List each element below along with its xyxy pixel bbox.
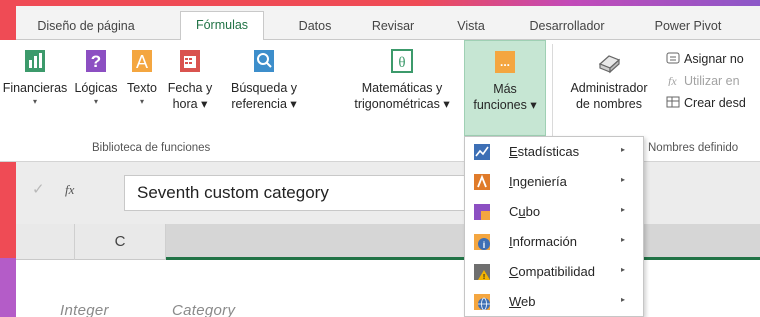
create-from-selection-label: Crear desd xyxy=(684,96,746,110)
ribbon: Financieras ▾ ? Lógicas ▾ A Texto ▾ Fech… xyxy=(0,40,760,162)
assign-name-button[interactable]: Asignar no xyxy=(666,52,744,66)
theta-icon: θ xyxy=(391,49,413,73)
submenu-arrow-icon: ▸ xyxy=(621,265,626,274)
text-functions-label: Texto xyxy=(127,81,157,95)
submenu-arrow-icon: ▸ xyxy=(621,205,626,214)
text-functions-arrow: ▾ xyxy=(139,97,144,106)
cell-category[interactable]: Category xyxy=(172,302,235,317)
svg-text:i: i xyxy=(483,240,486,250)
math-trig-button[interactable]: θ Matemáticas y trigonométricas ▾ xyxy=(344,46,460,112)
web-globe-icon xyxy=(474,294,490,311)
logical-button[interactable]: ? Lógicas ▾ xyxy=(70,46,122,108)
insert-function-icon[interactable]: fx xyxy=(65,182,74,198)
use-in-formula-icon: fx xyxy=(668,74,677,86)
cell-integer[interactable]: Integer xyxy=(60,302,109,317)
menu-item-statistical-label: Estadísticas xyxy=(509,144,580,159)
menu-item-engineering-label: Ingeniería xyxy=(509,174,567,189)
menu-item-compatibility-label: Compatibilidad xyxy=(509,264,595,279)
logical-label: Lógicas xyxy=(74,81,118,95)
logical-question-icon: ? xyxy=(86,50,106,72)
lookup-label-2: referencia ▾ xyxy=(231,97,297,111)
tab-page-layout[interactable]: Diseño de página xyxy=(24,13,148,40)
function-library-group-label: Biblioteca de funciones xyxy=(92,142,211,154)
assign-name-icon xyxy=(666,52,680,64)
svg-text:A: A xyxy=(136,52,148,72)
submenu-arrow-icon: ▸ xyxy=(621,295,626,304)
more-functions-menu: Estadísticas ▸ Ingeniería ▸ Cubo ▸ i Inf… xyxy=(464,136,644,317)
use-in-formula-button[interactable]: fx Utilizar en xyxy=(666,74,740,88)
tab-developer[interactable]: Desarrollador xyxy=(516,13,618,40)
svg-text:?: ? xyxy=(91,52,101,71)
worksheet-cells[interactable]: Integer Category xyxy=(16,260,760,317)
menu-item-information-label: Información xyxy=(509,234,577,249)
menu-item-cube-label: Cubo xyxy=(509,204,541,219)
financial-button[interactable]: Financieras ▾ xyxy=(0,46,70,108)
name-manager-label-2: de nombres xyxy=(575,97,642,111)
info-icon: i xyxy=(474,234,490,250)
svg-text:fx: fx xyxy=(668,74,677,86)
use-in-formula-label: Utilizar en xyxy=(684,74,740,88)
name-manager-button[interactable]: Administrador de nombres xyxy=(562,46,656,112)
assign-name-label: Asignar no xyxy=(684,52,744,66)
column-header-bar: C D xyxy=(16,224,760,260)
menu-item-web[interactable]: Web ▸ xyxy=(465,287,643,317)
menu-item-cube[interactable]: Cubo ▸ xyxy=(465,197,643,227)
column-header-c[interactable]: C xyxy=(74,224,166,260)
menu-item-engineering[interactable]: Ingeniería ▸ xyxy=(465,167,643,197)
tab-formulas[interactable]: Fórmulas xyxy=(180,11,264,41)
formula-bar: ✓ fx Seventh custom category xyxy=(16,162,760,224)
more-functions-label: Más xyxy=(493,82,517,96)
engineering-icon xyxy=(474,174,490,190)
lookup-label: Búsqueda y xyxy=(230,81,298,95)
tab-data[interactable]: Datos xyxy=(288,13,342,40)
datetime-label-2: hora ▾ xyxy=(172,97,208,111)
math-trig-label: Matemáticas y xyxy=(361,81,443,95)
lookup-button[interactable]: Búsqueda y referencia ▾ xyxy=(218,46,310,112)
create-from-selection-button[interactable]: Crear desd xyxy=(666,96,746,110)
financial-icon xyxy=(25,50,45,72)
cube-icon xyxy=(474,204,490,220)
datetime-label: Fecha y xyxy=(167,81,213,95)
lookup-magnifier-icon xyxy=(254,50,274,72)
financial-arrow: ▾ xyxy=(32,97,37,106)
calendar-icon xyxy=(180,50,200,72)
tab-power-pivot[interactable]: Power Pivot xyxy=(644,13,732,40)
submenu-arrow-icon: ▸ xyxy=(621,235,626,244)
submenu-arrow-icon: ▸ xyxy=(621,175,626,184)
menu-item-web-label: Web xyxy=(509,294,536,309)
tab-view[interactable]: Vista xyxy=(448,13,494,40)
tab-review[interactable]: Revisar xyxy=(362,13,424,40)
menu-item-compatibility[interactable]: ! Compatibilidad ▸ xyxy=(465,257,643,287)
more-functions-label-2: funciones ▾ xyxy=(473,98,537,112)
financial-label: Financieras xyxy=(2,81,68,95)
defined-names-group-label: Nombres definido xyxy=(648,142,739,154)
enter-check-icon[interactable]: ✓ xyxy=(32,180,45,198)
svg-text:!: ! xyxy=(483,274,485,281)
menu-item-statistical[interactable]: Estadísticas ▸ xyxy=(465,137,643,167)
menu-item-information[interactable]: i Información ▸ xyxy=(465,227,643,257)
formula-content: Seventh custom category xyxy=(137,183,329,202)
svg-text:...: ... xyxy=(500,55,510,69)
create-from-selection-icon xyxy=(666,96,680,108)
formula-input[interactable]: Seventh custom category xyxy=(124,175,478,211)
frame-left-edge-bottom xyxy=(0,258,16,317)
name-manager-icon xyxy=(598,55,621,74)
text-a-icon: A xyxy=(132,50,152,72)
compatibility-icon: ! xyxy=(474,264,490,281)
svg-text:θ: θ xyxy=(398,55,405,71)
datetime-button[interactable]: Fecha y hora ▾ xyxy=(162,46,218,112)
math-trig-label-2: trigonométricas ▾ xyxy=(354,97,450,111)
logical-arrow: ▾ xyxy=(93,97,98,106)
more-functions-button[interactable]: ... Más funciones ▾ xyxy=(464,40,546,136)
submenu-arrow-icon: ▸ xyxy=(621,145,626,154)
more-dots-icon: ... xyxy=(495,51,515,73)
column-header-d[interactable]: D xyxy=(166,224,760,260)
text-functions-button[interactable]: A Texto ▾ xyxy=(122,46,162,108)
name-manager-label: Administrador xyxy=(570,81,648,95)
statistical-chart-icon xyxy=(474,144,490,160)
ribbon-tabs: Diseño de página Fórmulas Datos Revisar … xyxy=(16,6,760,41)
